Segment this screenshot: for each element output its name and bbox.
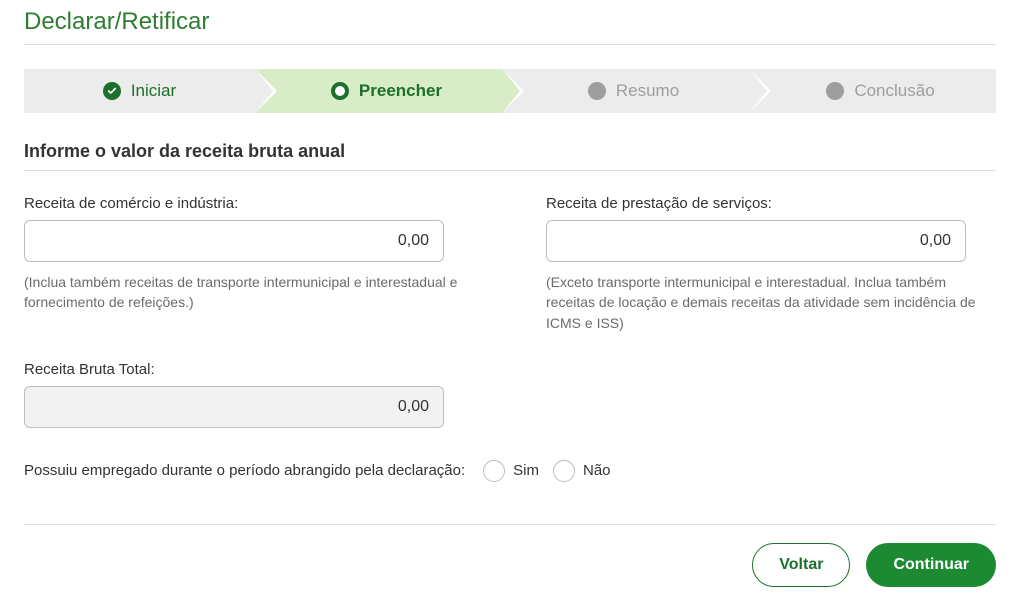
step-label: Iniciar — [131, 81, 176, 101]
step-label: Resumo — [616, 81, 679, 101]
label-receita-total: Receita Bruta Total: — [24, 361, 474, 378]
hint-receita-servicos: (Exceto transporte intermunicipal e inte… — [546, 272, 986, 333]
label-receita-servicos: Receita de prestação de serviços: — [546, 195, 996, 212]
step-resumo[interactable]: Resumo — [502, 69, 749, 113]
future-step-icon — [588, 82, 606, 100]
step-label: Conclusão — [854, 81, 934, 101]
separator — [24, 524, 996, 525]
future-step-icon — [826, 82, 844, 100]
section-title: Informe o valor da receita bruta anual — [24, 141, 996, 171]
hint-receita-comercio: (Inclua também receitas de transporte in… — [24, 272, 464, 313]
current-step-icon — [331, 82, 349, 100]
check-circle-icon — [103, 82, 121, 100]
radio-icon — [553, 460, 575, 482]
back-button[interactable]: Voltar — [752, 543, 850, 587]
empregado-question: Possuiu empregado durante o período abra… — [24, 456, 996, 506]
page-title: Declarar/Retificar — [24, 8, 996, 45]
actions: Voltar Continuar — [24, 543, 996, 587]
radio-label: Sim — [513, 462, 539, 479]
label-receita-comercio: Receita de comércio e indústria: — [24, 195, 474, 212]
radio-nao[interactable]: Não — [553, 460, 611, 482]
input-receita-total — [24, 386, 444, 428]
step-preencher[interactable]: Preencher — [255, 69, 502, 113]
radio-sim[interactable]: Sim — [483, 460, 539, 482]
radio-label: Não — [583, 462, 611, 479]
step-iniciar[interactable]: Iniciar — [24, 69, 255, 113]
stepper: Iniciar Preencher Resumo Conclusão — [24, 69, 996, 113]
step-conclusao[interactable]: Conclusão — [749, 69, 996, 113]
radio-icon — [483, 460, 505, 482]
step-label: Preencher — [359, 81, 442, 101]
input-receita-servicos[interactable] — [546, 220, 966, 262]
question-text: Possuiu empregado durante o período abra… — [24, 462, 465, 479]
continue-button[interactable]: Continuar — [866, 543, 996, 587]
input-receita-comercio[interactable] — [24, 220, 444, 262]
